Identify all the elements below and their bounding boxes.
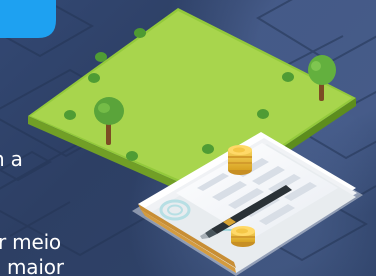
blue-banner: [0, 0, 56, 38]
coin-stack-icon: [228, 145, 252, 175]
coin-stack-icon: [231, 226, 255, 247]
cropped-caption-line-2: r meio: [0, 230, 61, 254]
cropped-caption-line-1: n a: [0, 147, 23, 171]
cropped-caption-line-3: maior: [7, 255, 64, 276]
city-park-illustration: n a r meio maior: [0, 0, 376, 276]
